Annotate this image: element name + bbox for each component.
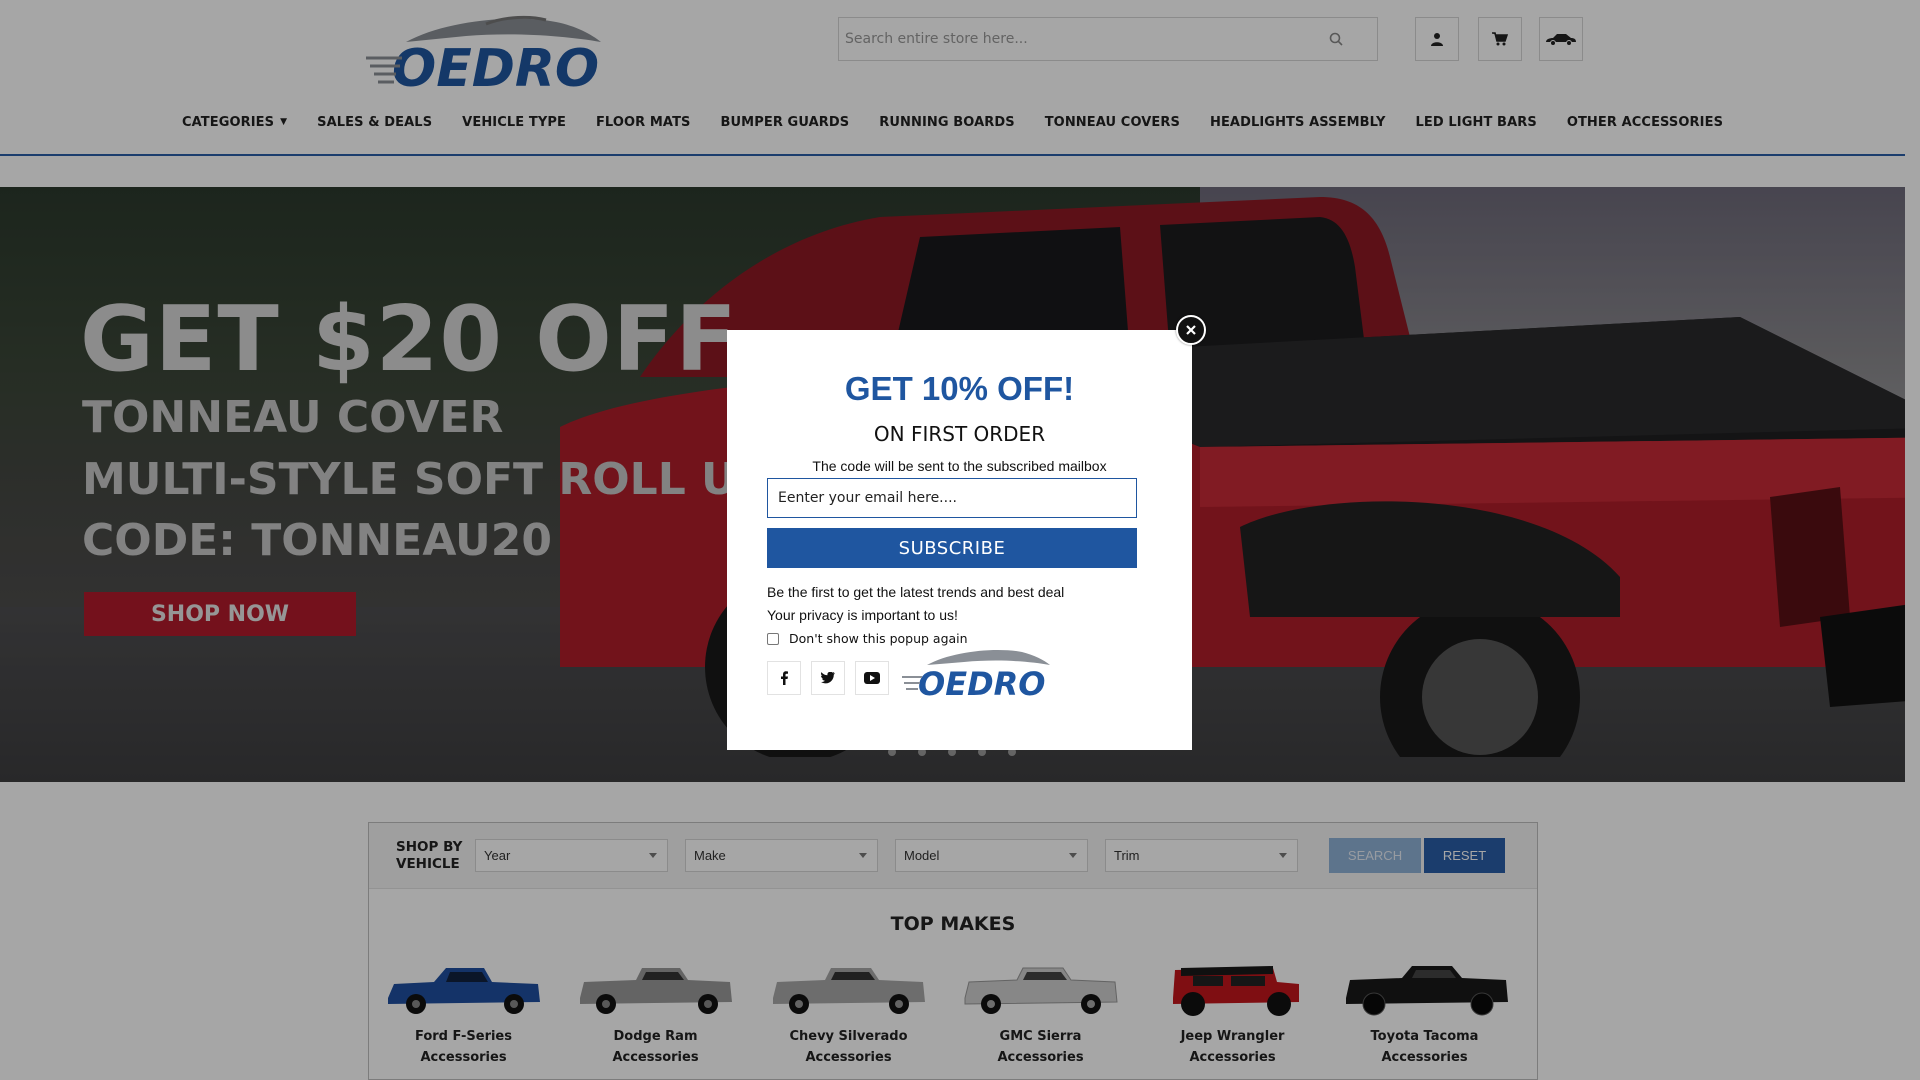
- twitter-button[interactable]: [811, 661, 845, 695]
- youtube-button[interactable]: [855, 661, 889, 695]
- facebook-icon: [781, 671, 788, 685]
- popup-note: The code will be sent to the subscribed …: [812, 458, 1107, 474]
- checkbox-label: Don't show this popup again: [789, 631, 968, 646]
- close-icon: [1186, 325, 1196, 335]
- popup-close-button[interactable]: [1176, 315, 1206, 345]
- popup-text-1: Be the first to get the latest trends an…: [767, 584, 1065, 600]
- dont-show-checkbox[interactable]: Don't show this popup again: [767, 631, 968, 646]
- facebook-button[interactable]: [767, 661, 801, 695]
- popup-logo-text: OEDRO: [918, 665, 1045, 700]
- discount-popup: GET 10% OFF! ON FIRST ORDER The code wil…: [727, 330, 1192, 750]
- youtube-icon: [864, 672, 880, 684]
- checkbox-box[interactable]: [767, 632, 779, 645]
- popup-text-2: Your privacy is important to us!: [767, 607, 958, 623]
- popup-oedro-logo: OEDRO: [902, 649, 1050, 700]
- twitter-icon: [821, 672, 835, 684]
- popup-subtitle: ON FIRST ORDER: [873, 422, 1046, 446]
- popup-title: GET 10% OFF!: [844, 370, 1075, 407]
- popup-email-input[interactable]: [767, 478, 1137, 518]
- subscribe-button[interactable]: SUBSCRIBE: [767, 528, 1137, 568]
